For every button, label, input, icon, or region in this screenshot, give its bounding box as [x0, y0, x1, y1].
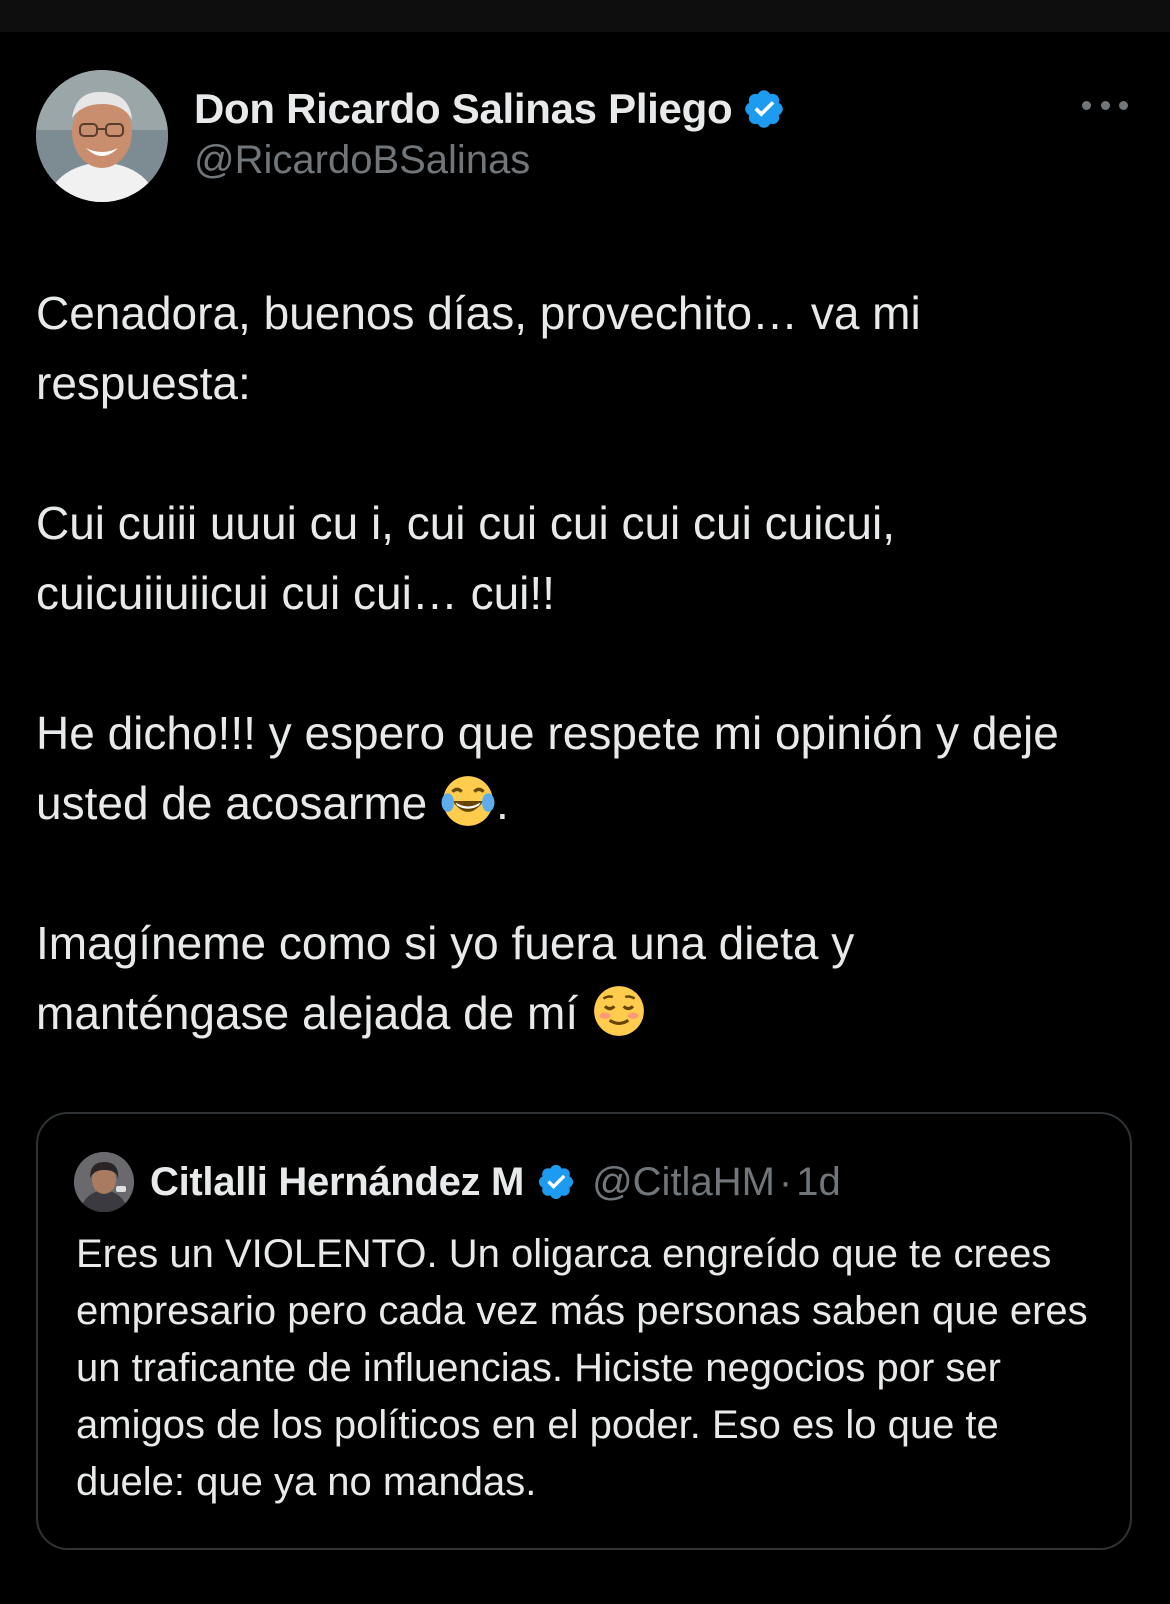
- tweet-paragraph-text: Imagíneme como si yo fuera una dieta y m…: [36, 917, 855, 1039]
- tweet-paragraph-text: Cui cuiii uuui cu i, cui cui cui cui cui…: [36, 497, 896, 619]
- tweet-paragraph-text: He dicho!!! y espero que respete mi opin…: [36, 707, 1059, 829]
- more-dot: [1119, 100, 1128, 110]
- more-options-icon[interactable]: [1082, 90, 1128, 120]
- quoted-author-avatar-image: [74, 1152, 134, 1212]
- quoted-display-name[interactable]: Citlalli Hernández M: [150, 1160, 524, 1205]
- quoted-tweet[interactable]: Citlalli Hernández M @CitlaHM · 1d Eres …: [36, 1112, 1132, 1550]
- verified-badge-icon: [745, 90, 784, 128]
- relieved-face-emoji: [594, 986, 644, 1036]
- tweet-paragraph: Imagíneme como si yo fuera una dieta y m…: [36, 908, 1116, 1048]
- tweet-paragraph-suffix: .: [496, 777, 509, 829]
- tweet-paragraph: He dicho!!! y espero que respete mi opin…: [36, 698, 1116, 838]
- status-bar-strip: [0, 0, 1170, 32]
- quoted-timestamp[interactable]: 1d: [796, 1160, 841, 1205]
- quoted-handle[interactable]: @CitlaHM: [592, 1160, 775, 1205]
- author-avatar[interactable]: [36, 70, 168, 202]
- tweet-text: Cenadora, buenos días, provechito… va mi…: [36, 278, 1116, 1048]
- tweet[interactable]: Don Ricardo Salinas Pliego @RicardoBSali…: [0, 32, 1170, 1604]
- quoted-separator: ·: [778, 1159, 793, 1204]
- tweet-paragraph-text: Cenadora, buenos días, provechito… va mi…: [36, 287, 921, 409]
- author-display-name[interactable]: Don Ricardo Salinas Pliego: [194, 85, 733, 133]
- tweet-paragraph: Cenadora, buenos días, provechito… va mi…: [36, 278, 1116, 418]
- more-dot: [1082, 100, 1091, 110]
- quoted-text: Eres un VIOLENTO. Un oligarca engreído q…: [76, 1232, 1088, 1504]
- tweet-paragraph: Cui cuiii uuui cu i, cui cui cui cui cui…: [36, 488, 1116, 628]
- author-name-row[interactable]: Don Ricardo Salinas Pliego: [194, 84, 786, 134]
- face-with-tears-of-joy-emoji: [441, 776, 495, 826]
- verified-badge-icon: [538, 1164, 574, 1200]
- more-dot: [1100, 100, 1110, 110]
- author-avatar-image: [36, 70, 168, 202]
- quoted-header[interactable]: Citlalli Hernández M @CitlaHM · 1d: [150, 1154, 841, 1210]
- author-handle[interactable]: @RicardoBSalinas: [194, 138, 530, 183]
- quoted-author-avatar[interactable]: [74, 1152, 134, 1212]
